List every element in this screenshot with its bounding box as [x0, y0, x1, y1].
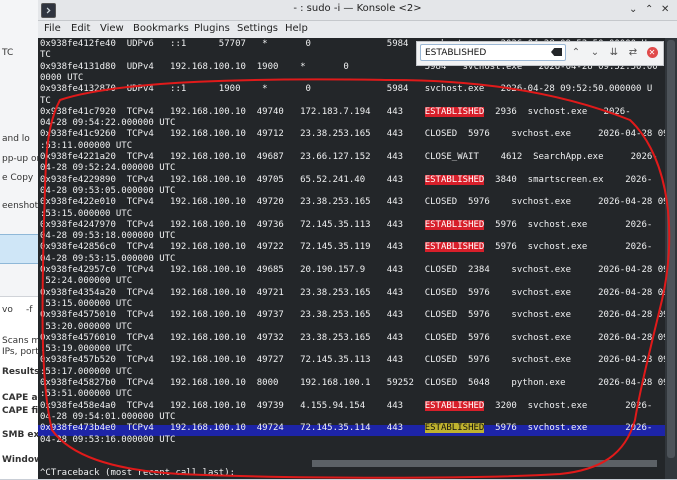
menu-settings[interactable]: Settings [237, 23, 278, 34]
previous-match-icon[interactable]: ⌃ [568, 45, 584, 61]
terminal-line: 04-28 09:54:01.000000 UTC [40, 411, 176, 422]
terminal-line: :53:51.000000 UTC [40, 389, 133, 400]
search-match-highlight: ESTABLISHED [424, 219, 485, 230]
bg-text: Scans m [2, 336, 41, 346]
line-text: 0x938fe42856c0 TCPv4 192.168.100.10 4972… [40, 242, 425, 253]
menu-bar: File Edit View Bookmarks Plugins Setting… [38, 21, 677, 38]
line-text: 0x938fe41c7920 TCPv4 192.168.100.10 4974… [40, 106, 425, 117]
terminal-line: 0x938fe42957c0 TCPv4 192.168.100.10 4968… [40, 265, 665, 275]
bg-text: IPs, port [2, 347, 39, 357]
terminal-line: 0x938fe422e010 TCPv4 192.168.100.10 4972… [40, 197, 665, 208]
terminal-line: 0x938fe4354a20 TCPv4 192.168.100.10 4972… [40, 287, 665, 298]
terminal-output[interactable]: 0x938fe412fe40 UDPv6 ::1 57707 * 0 5984 … [38, 38, 665, 464]
search-match-highlight: ESTABLISHED [424, 174, 485, 185]
vertical-scrollbar[interactable] [665, 38, 677, 479]
terminal-line: 0x938fe4576010 TCPv4 192.168.100.10 4973… [40, 332, 665, 343]
maximize-icon[interactable]: ⌃ [645, 4, 653, 16]
line-text: 0x938fe4229890 TCPv4 192.168.100.10 4970… [40, 174, 425, 185]
bg-text: e Copy [2, 173, 34, 183]
terminal-line: :52:24.000000 UTC [40, 276, 133, 287]
bg-heading: CAPE fil [2, 406, 41, 416]
close-icon[interactable]: ✕ [661, 4, 669, 16]
line-text: 5976 svchost.exe 2026- [484, 242, 653, 253]
menu-edit[interactable]: Edit [71, 23, 90, 34]
search-bar: ESTABLISHED ⌃ ⌄ ⇊ ⇄ ✕ [416, 41, 664, 66]
line-text: 0x938fe473b4e0 TCPv4 192.168.100.10 4972… [40, 423, 425, 434]
terminal-line: 04-28 09:54:22.000000 UTC [40, 118, 176, 129]
bg-selected-row[interactable] [0, 234, 40, 264]
terminal-line: 0x938fe4229890 TCPv4 192.168.100.10 4970… [40, 174, 653, 186]
line-text: 0x938fe4247970 TCPv4 192.168.100.10 4973… [40, 219, 425, 230]
menu-view[interactable]: View [100, 23, 124, 34]
bg-heading: Results [2, 367, 40, 377]
bg-text: and lo [2, 134, 30, 144]
close-search-icon[interactable]: ✕ [644, 45, 660, 61]
terminal-line: 0x938fe41c7920 TCPv4 192.168.100.10 4974… [40, 106, 631, 118]
konsole-window: - : sudo -i — Konsole <2> ⌄ ⌃ ✕ File Edi… [38, 0, 677, 479]
bg-text: eenshot [2, 201, 39, 211]
search-match-highlight: ESTABLISHED [424, 242, 485, 253]
current-search-match: ESTABLISHED [424, 423, 485, 434]
bg-text: pp-up on [2, 154, 41, 164]
line-text: 0x938fe458e4a0 TCPv4 192.168.100.10 4973… [40, 400, 425, 411]
terminal-line: 0x938fe41c9260 TCPv4 192.168.100.10 4971… [40, 129, 665, 140]
menu-file[interactable]: File [44, 23, 61, 34]
bg-text: vo [2, 305, 13, 315]
terminal-line: TC [40, 50, 51, 61]
terminal-line: 0x938fe4575010 TCPv4 192.168.100.10 4973… [40, 310, 665, 321]
bg-heading: SMB exp [2, 430, 40, 440]
terminal-line: 0x938fe458e4a0 TCPv4 192.168.100.10 4973… [40, 400, 653, 412]
terminal-line: 04-28 09:53:16.000000 UTC [40, 434, 176, 445]
search-match-highlight: ESTABLISHED [424, 400, 485, 411]
search-input[interactable]: ESTABLISHED [420, 44, 566, 61]
terminal-line: 0x938fe42856c0 TCPv4 192.168.100.10 4972… [40, 242, 652, 253]
window-title: - : sudo -i — Konsole <2> [293, 3, 422, 14]
scrollbar-thumb[interactable] [667, 40, 675, 458]
line-text: 5976 svchost.exe 2026- [484, 423, 653, 434]
terminal-line: 0x938fe45827b0 TCPv4 192.168.100.10 8000… [40, 378, 665, 388]
terminal-line: 0000 UTC [40, 72, 84, 83]
horizontal-scrollbar[interactable] [312, 460, 657, 467]
line-text: 2936 svchost.exe 2026- [484, 106, 631, 117]
next-match-icon[interactable]: ⌄ [587, 45, 603, 61]
terminal-line: 04-28 09:53:15.000000 UTC [40, 253, 176, 264]
bg-text: -f [26, 305, 33, 315]
bg-heading: Window [2, 455, 41, 465]
menu-help[interactable]: Help [285, 23, 308, 34]
terminal-line: 0x938fe457b520 TCPv4 192.168.100.10 4972… [40, 355, 665, 366]
terminal-line: 04-28 09:53:18.000000 UTC [40, 231, 176, 242]
terminal-line: :53:11.000000 UTC [40, 140, 133, 151]
line-text: 3840 smartscreen.ex 2026- [484, 174, 653, 185]
title-bar[interactable]: - : sudo -i — Konsole <2> ⌄ ⌃ ✕ [38, 0, 677, 21]
terminal-line: 04-28 09:52:24.000000 UTC [40, 163, 176, 174]
terminal-line: 0x938fe4247970 TCPv4 192.168.100.10 4973… [40, 219, 653, 231]
terminal-line: :53:19.000000 UTC [40, 344, 133, 355]
terminal-prompt-line[interactable]: ^CTraceback (most recent call last): [40, 468, 667, 480]
terminal-line: 0x938fe4132870 UDPv4 ::1 1900 * 0 5984 s… [40, 84, 653, 95]
bg-text: TC [2, 48, 14, 58]
terminal-line: :53:15.000000 UTC [40, 208, 133, 219]
match-options-icon[interactable]: ⇊ [606, 45, 622, 61]
menu-plugins[interactable]: Plugins [194, 23, 230, 34]
line-text: 3200 svchost.exe 2026- [484, 400, 653, 411]
terminal-line: :53:17.000000 UTC [40, 366, 133, 377]
background-app-window: TC and lo pp-up on e Copy eenshot vo -f … [0, 0, 41, 479]
bg-panel [0, 296, 40, 479]
terminal-line: 0x938fe473b4e0 TCPv4 192.168.100.10 4972… [40, 423, 652, 434]
bg-heading: CAPE ag [2, 393, 41, 403]
terminal-line: TC [40, 95, 51, 106]
terminal-line: 04-28 09:53:05.000000 UTC [40, 185, 176, 196]
search-match-highlight: ESTABLISHED [424, 106, 485, 117]
minimize-icon[interactable]: ⌄ [629, 4, 637, 16]
menu-bookmarks[interactable]: Bookmarks [133, 23, 189, 34]
terminal-line: :53:15.000000 UTC [40, 298, 133, 309]
swap-direction-icon[interactable]: ⇄ [625, 45, 641, 61]
line-text: 5976 svchost.exe 2026- [484, 219, 653, 230]
terminal-line: 0x938fe4221a20 TCPv4 192.168.100.10 4968… [40, 152, 658, 162]
terminal-line: :53:20.000000 UTC [40, 321, 133, 332]
